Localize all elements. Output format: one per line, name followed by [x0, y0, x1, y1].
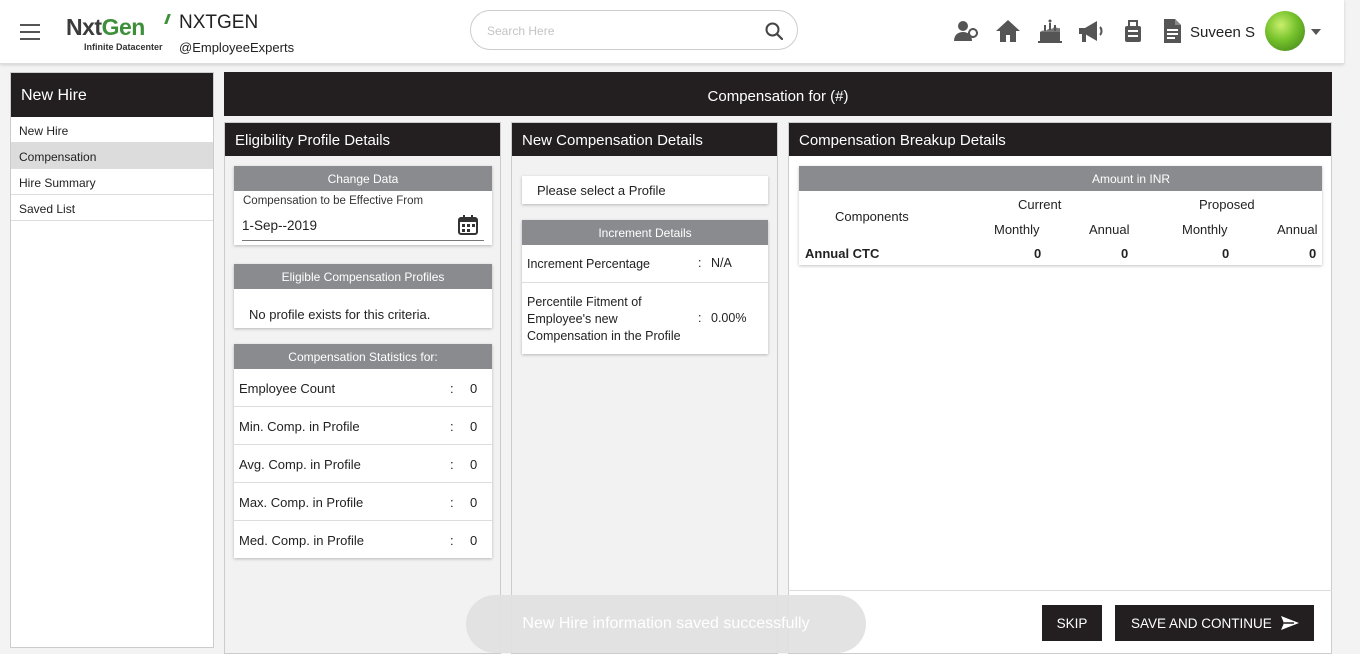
change-data-card: Change Data Compensation to be Effective… — [234, 166, 492, 245]
stat-value: 0 — [470, 533, 478, 548]
company-name: NXTGEN — [179, 12, 259, 33]
skip-button[interactable]: SKIP — [1042, 605, 1102, 641]
change-data-header: Change Data — [234, 166, 492, 191]
new-compensation-title: New Compensation Details — [512, 123, 777, 156]
increment-label: Percentile Fitment of Employee's new Com… — [527, 295, 681, 343]
stat-label: Max. Comp. in Profile — [239, 495, 364, 510]
stat-row: Avg. Comp. in Profile:0 — [234, 445, 492, 483]
stat-row: Employee Count:0 — [234, 369, 492, 407]
username[interactable]: Suveen S — [1190, 24, 1255, 41]
proposed-annual-header: Annual — [1277, 222, 1318, 237]
proposed-header: Proposed — [1199, 197, 1255, 212]
eligible-profiles-header: Eligible Compensation Profiles — [234, 264, 492, 289]
no-profile-message: No profile exists for this criteria. — [249, 307, 431, 322]
team-icon[interactable] — [952, 17, 980, 45]
current-header: Current — [1018, 197, 1062, 212]
increment-row: Increment Percentage : N/A — [522, 245, 768, 283]
save-and-continue-button[interactable]: SAVE AND CONTINUE — [1115, 605, 1314, 641]
sidebar-item-hire-summary[interactable]: Hire Summary — [11, 169, 213, 195]
footer-divider — [788, 590, 1332, 591]
save-and-continue-label: SAVE AND CONTINUE — [1131, 615, 1272, 631]
amount-header: Amount in INR — [799, 166, 1322, 191]
profile-select[interactable]: Please select a Profile — [522, 176, 768, 204]
page-title: Compensation for (#) — [224, 72, 1332, 116]
top-header: NxtGen Infinite Datacenter NXTGEN @Emplo… — [0, 0, 1344, 64]
stat-label: Avg. Comp. in Profile — [239, 457, 361, 472]
sidebar-title: New Hire — [11, 73, 213, 117]
sidebar-item-compensation[interactable]: Compensation — [11, 143, 213, 169]
logo-wordmark: NxtGen — [66, 14, 145, 40]
effective-date-field[interactable] — [242, 214, 484, 241]
stat-value: 0 — [470, 381, 478, 396]
increment-value: 0.00% — [711, 311, 747, 325]
stat-value: 0 — [470, 457, 478, 472]
stat-value: 0 — [470, 495, 478, 510]
stat-row: Max. Comp. in Profile:0 — [234, 483, 492, 521]
stat-row: Med. Comp. in Profile:0 — [239, 533, 478, 548]
nxtgen-logo[interactable]: NxtGen Infinite Datacenter — [66, 14, 171, 54]
proposed-monthly-value: 0 — [1222, 246, 1230, 261]
sidebar-item-new-hire[interactable]: New Hire — [11, 117, 213, 143]
stat-label: Employee Count — [239, 381, 336, 396]
search-icon[interactable] — [765, 22, 783, 40]
hamburger-menu-icon[interactable] — [20, 24, 40, 40]
birthday-cake-icon[interactable] — [1036, 17, 1064, 45]
increment-details-card: Increment Details Increment Percentage :… — [522, 220, 768, 354]
eligible-profiles-card: Eligible Compensation Profiles No profil… — [234, 264, 492, 328]
component-name: Annual CTC — [805, 246, 880, 261]
profile-select-prompt: Please select a Profile — [537, 183, 666, 198]
document-icon[interactable] — [1158, 17, 1186, 45]
sidebar-item-saved-list[interactable]: Saved List — [11, 195, 213, 221]
chevron-down-icon[interactable] — [1311, 29, 1321, 35]
new-compensation-panel: New Compensation Details Please select a… — [511, 122, 778, 654]
avatar[interactable] — [1265, 11, 1305, 51]
logo-tagline: Infinite Datacenter — [84, 42, 163, 52]
effective-date-label: Compensation to be Effective From — [243, 195, 424, 207]
proposed-annual-value: 0 — [1309, 246, 1317, 261]
comp-stats-card: Compensation Statistics for: Employee Co… — [234, 344, 492, 558]
current-annual-value: 0 — [1121, 246, 1129, 261]
comp-stats-header: Compensation Statistics for: — [234, 344, 492, 369]
breakup-panel-title: Compensation Breakup Details — [789, 123, 1331, 156]
eligibility-panel-title: Eligibility Profile Details — [225, 123, 500, 156]
current-monthly-header: Monthly — [994, 222, 1040, 237]
company-handle: @EmployeeExperts — [179, 40, 295, 55]
effective-date-input[interactable] — [242, 214, 442, 233]
eligibility-panel: Eligibility Profile Details Change Data … — [224, 122, 501, 654]
sidebar: New Hire New Hire Compensation Hire Summ… — [10, 72, 214, 648]
stat-row: Min. Comp. in Profile:0 — [234, 407, 492, 445]
current-annual-header: Annual — [1089, 222, 1130, 237]
home-icon[interactable] — [994, 17, 1022, 45]
toast-notification: New Hire information saved successfully — [466, 595, 866, 653]
current-monthly-value: 0 — [1034, 246, 1042, 261]
megaphone-icon[interactable] — [1076, 17, 1104, 45]
stat-label: Med. Comp. in Profile — [239, 533, 364, 548]
luggage-icon[interactable] — [1119, 17, 1147, 45]
calendar-icon[interactable] — [457, 214, 479, 236]
stat-value: 0 — [470, 419, 478, 434]
breakup-table: Amount in INR Components Current Propose… — [799, 166, 1322, 265]
increment-details-header: Increment Details — [522, 220, 768, 245]
search-box[interactable] — [470, 10, 798, 50]
proposed-monthly-header: Monthly — [1182, 222, 1228, 237]
increment-row: Percentile Fitment of Employee's new Com… — [527, 295, 747, 343]
increment-label: Increment Percentage — [527, 257, 650, 271]
increment-value: N/A — [711, 256, 732, 270]
breakup-panel: Compensation Breakup Details Amount in I… — [788, 122, 1332, 654]
search-input[interactable] — [487, 21, 747, 41]
components-header: Components — [835, 209, 909, 224]
send-arrow-icon — [1281, 616, 1299, 630]
stat-label: Min. Comp. in Profile — [239, 419, 360, 434]
